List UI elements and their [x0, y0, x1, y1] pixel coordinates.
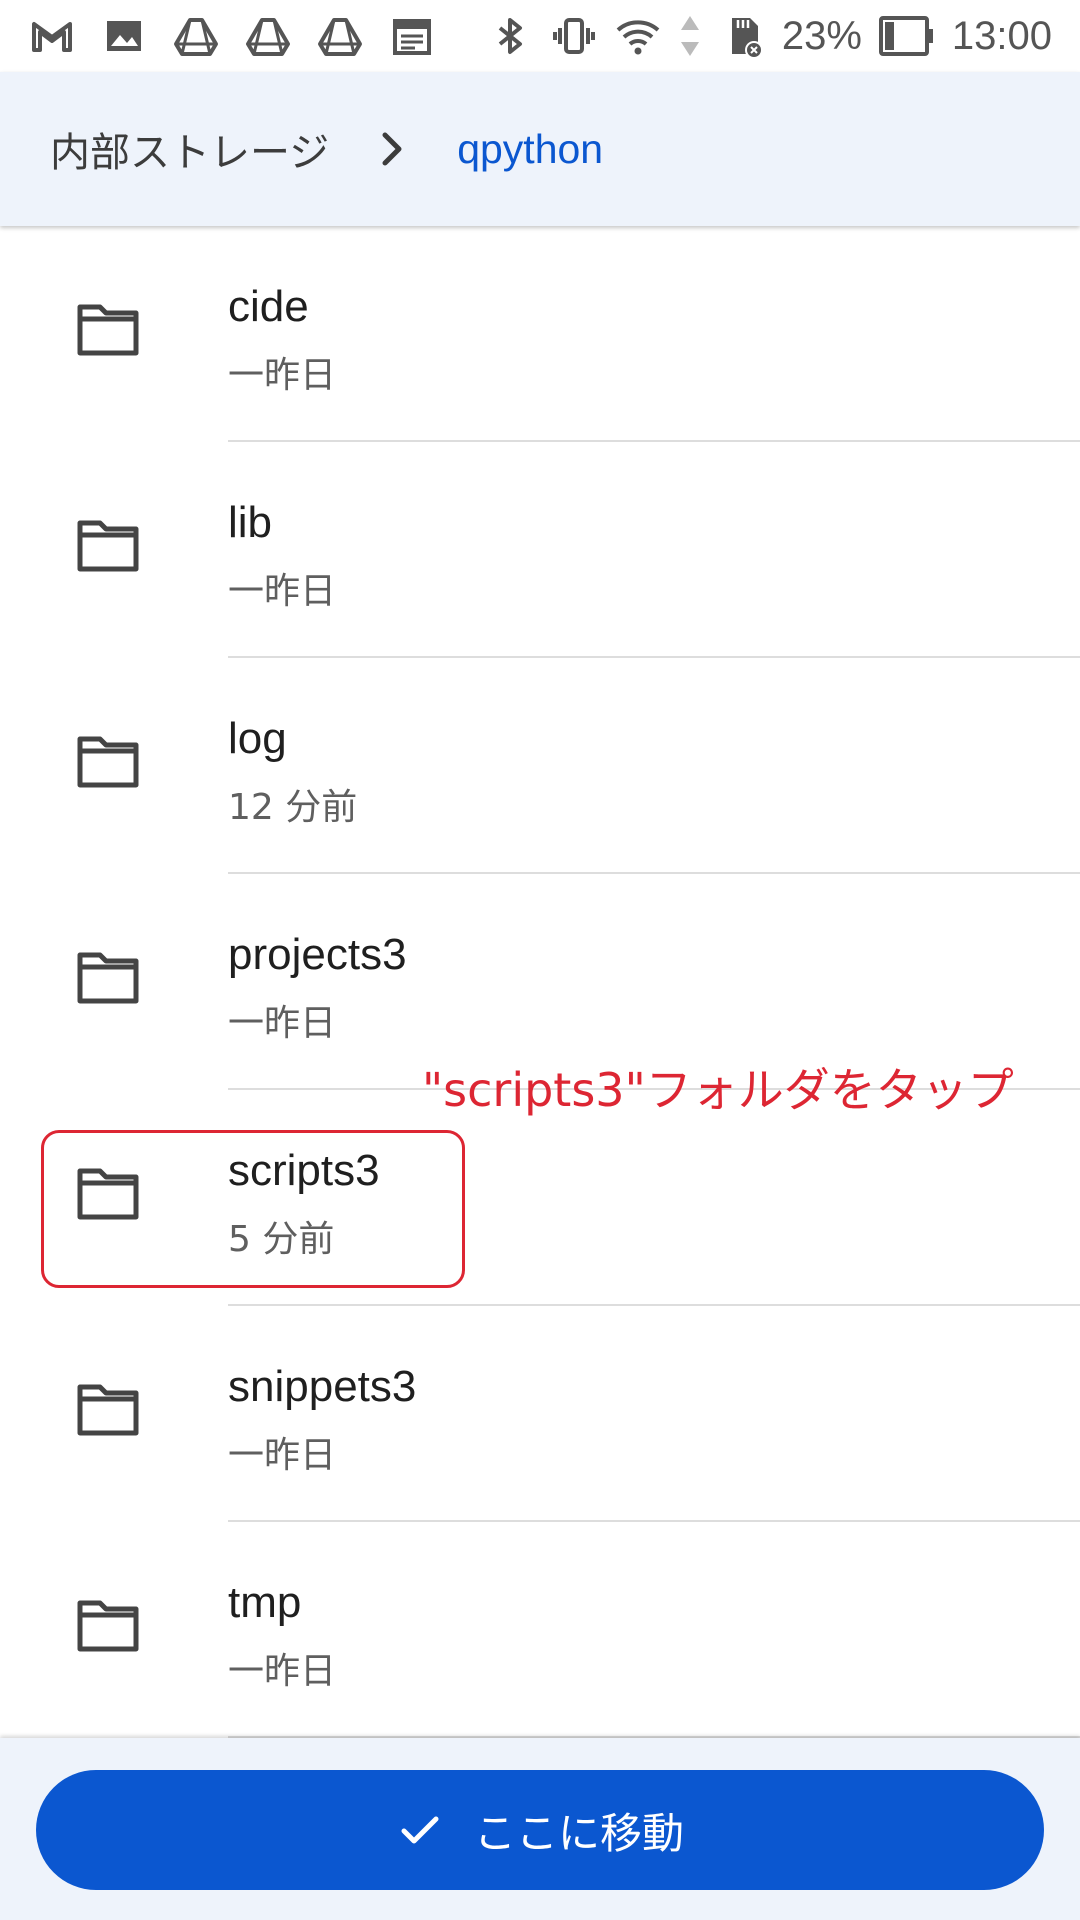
folder-modified: 一昨日 — [228, 571, 337, 612]
folder-name: tmp — [228, 1578, 302, 1627]
folder-name: scripts3 — [228, 1146, 380, 1195]
folder-item-cide[interactable]: cide 一昨日 — [0, 226, 1080, 442]
wifi-icon — [614, 12, 662, 60]
annotation-text: "scripts3"フォルダをタップ — [422, 1063, 1014, 1117]
drive-icon — [316, 12, 364, 60]
vibrate-icon — [550, 12, 598, 60]
breadcrumb: 内部ストレージ qpython — [0, 72, 1080, 226]
drive-icon — [244, 12, 292, 60]
clock: 13:00 — [951, 13, 1052, 58]
folder-item-lib[interactable]: lib 一昨日 — [0, 442, 1080, 658]
folder-icon — [77, 1600, 139, 1652]
move-here-label: ここに移動 — [473, 1808, 684, 1858]
drive-icon — [172, 12, 220, 60]
folder-list: cide 一昨日 lib 一昨日 log 12 分前 projects3 一昨日… — [0, 226, 1080, 1738]
data-arrows-icon — [678, 12, 702, 60]
folder-item-snippets3[interactable]: snippets3 一昨日 — [0, 1306, 1080, 1522]
folder-modified: 12 分前 — [228, 787, 358, 828]
folder-modified: 一昨日 — [228, 1651, 337, 1692]
move-here-button[interactable]: ここに移動 — [36, 1770, 1044, 1890]
check-icon — [401, 1816, 439, 1844]
status-right-icons: 23% 13:00 — [486, 12, 1052, 60]
photos-icon — [100, 12, 148, 60]
folder-item-tmp[interactable]: tmp 一昨日 — [0, 1522, 1080, 1738]
folder-modified: 一昨日 — [228, 1003, 337, 1044]
folder-icon — [77, 1168, 139, 1220]
folder-name: log — [228, 714, 287, 763]
sd-card-error-icon — [718, 12, 766, 60]
breadcrumb-root[interactable]: 内部ストレージ — [50, 120, 329, 178]
calendar-icon — [388, 12, 436, 60]
gmail-icon — [28, 12, 76, 60]
chevron-right-icon — [382, 132, 402, 166]
breadcrumb-current[interactable]: qpython — [457, 126, 603, 173]
folder-icon — [77, 520, 139, 572]
folder-icon — [77, 736, 139, 788]
folder-item-log[interactable]: log 12 分前 — [0, 658, 1080, 874]
bluetooth-icon — [486, 12, 534, 60]
status-left-icons — [28, 12, 436, 60]
folder-item-scripts3[interactable]: scripts3 5 分前 — [0, 1090, 1080, 1306]
folder-icon — [77, 952, 139, 1004]
folder-modified: 一昨日 — [228, 1435, 337, 1476]
folder-modified: 一昨日 — [228, 355, 337, 396]
folder-name: cide — [228, 282, 309, 331]
battery-percent: 23% — [781, 13, 862, 58]
folder-icon — [77, 304, 139, 356]
folder-icon — [77, 1384, 139, 1436]
folder-name: projects3 — [228, 930, 407, 979]
battery-icon — [878, 12, 936, 60]
status-bar: 23% 13:00 — [0, 0, 1080, 72]
folder-name: snippets3 — [228, 1362, 417, 1411]
folder-name: lib — [228, 498, 273, 547]
bottom-action-bar: ここに移動 — [0, 1738, 1080, 1920]
folder-modified: 5 分前 — [228, 1219, 335, 1260]
